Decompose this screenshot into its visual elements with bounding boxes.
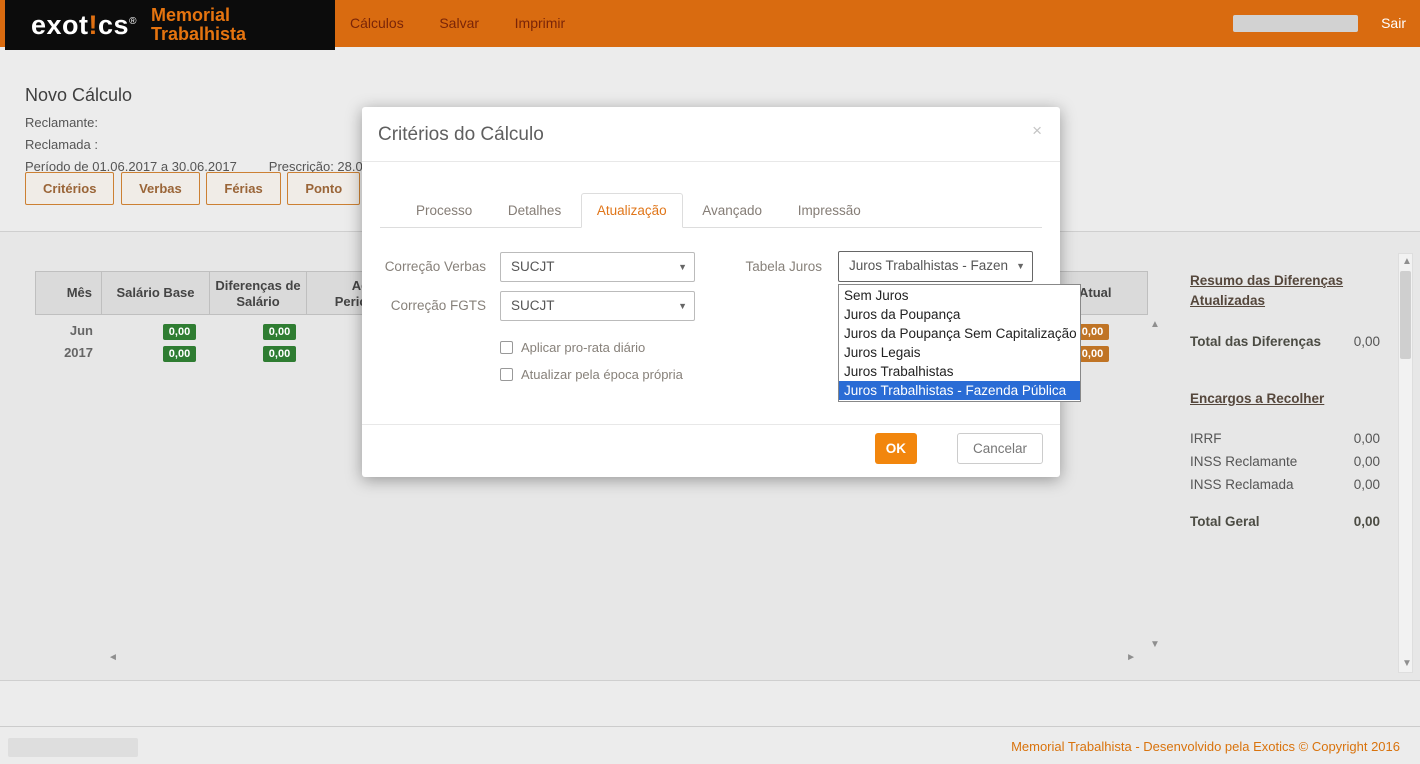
app-logo[interactable]: exot!cs® Memorial Trabalhista [5, 0, 335, 50]
dropdown-option-juros-poupanca[interactable]: Juros da Poupança [839, 305, 1080, 324]
table-vertical-scrollbar[interactable]: ▲ ▼ [1148, 319, 1161, 651]
reclamante-line: Reclamante: [25, 115, 98, 130]
cell-salario-base-1: 0,00 [163, 324, 196, 340]
row-month: Jun [69, 323, 93, 338]
page-scroll-down-icon[interactable]: ▼ [1402, 658, 1412, 670]
pro-rata-checkbox-row: Aplicar pro-rata diário [500, 340, 645, 355]
nav-calculos[interactable]: Cálculos [350, 0, 404, 47]
nav-salvar[interactable]: Salvar [439, 0, 479, 47]
footer-chip [8, 738, 138, 757]
tab-ferias[interactable]: Férias [206, 172, 281, 205]
summary-sidebar: Resumo das Diferenças Atualizadas Total … [1190, 271, 1380, 529]
scroll-down-icon[interactable]: ▼ [1150, 639, 1160, 651]
scroll-up-icon[interactable]: ▲ [1150, 319, 1160, 331]
ok-button[interactable]: OK [874, 433, 917, 464]
inss-reclamada-value: 0,00 [1353, 476, 1380, 492]
total-geral-row: Total Geral 0,00 [1190, 514, 1380, 529]
correcao-fgts-select[interactable]: SUCJT ▼ [500, 291, 695, 321]
pro-rata-checkbox[interactable] [500, 341, 513, 354]
cell-salario-base-2: 0,00 [163, 346, 196, 362]
logout-link[interactable]: Sair [1381, 0, 1406, 47]
epoca-propria-checkbox[interactable] [500, 368, 513, 381]
epoca-propria-checkbox-row: Atualizar pela época própria [500, 367, 683, 382]
modal-tab-impressao[interactable]: Impressão [782, 193, 877, 228]
dropdown-option-juros-legais[interactable]: Juros Legais [839, 343, 1080, 362]
dropdown-option-sem-juros[interactable]: Sem Juros [839, 286, 1080, 305]
cell-diferencas-1: 0,00 [263, 324, 296, 340]
cell-diferencas-2: 0,00 [263, 346, 296, 362]
correcao-verbas-label: Correção Verbas [384, 259, 486, 274]
encargos-title: Encargos a Recolher [1190, 390, 1325, 406]
nav-imprimir[interactable]: Imprimir [515, 0, 566, 47]
inss-reclamada-label: INSS Reclamada [1190, 476, 1294, 492]
correcao-fgts-label: Correção FGTS [390, 298, 486, 313]
inss-reclamada-row: INSS Reclamada 0,00 [1190, 477, 1380, 492]
dropdown-option-juros-trabalhistas-fazenda[interactable]: Juros Trabalhistas - Fazenda Pública [839, 381, 1080, 400]
col-header-mes: Mês [35, 271, 102, 315]
correcao-verbas-select[interactable]: SUCJT ▼ [500, 252, 695, 282]
modal-title-divider [362, 161, 1060, 162]
search-input[interactable] [1233, 15, 1358, 32]
irrf-label: IRRF [1190, 430, 1222, 446]
modal-tab-detalhes[interactable]: Detalhes [492, 193, 577, 228]
logo-product-name: Memorial Trabalhista [150, 4, 246, 44]
scroll-right-icon[interactable]: ► [1126, 652, 1136, 664]
section-tabs: Critérios Verbas Férias Ponto [25, 172, 363, 205]
registered-mark: ® [129, 15, 137, 27]
top-nav: Cálculos Salvar Imprimir [350, 0, 597, 47]
logo-brand: exot!cs® [31, 9, 137, 40]
inss-reclamante-label: INSS Reclamante [1190, 453, 1298, 469]
modal-tab-atualizacao[interactable]: Atualização [580, 193, 683, 228]
tab-ponto[interactable]: Ponto [287, 172, 361, 205]
pro-rata-label: Aplicar pro-rata diário [521, 340, 646, 355]
page-header: Novo Cálculo Reclamante: Reclamada : Per… [25, 85, 370, 181]
page-vertical-scrollbar[interactable]: ▲ ▼ [1398, 253, 1413, 673]
page-footer: Memorial Trabalhista - Desenvolvido pela… [0, 726, 1420, 764]
close-icon[interactable]: × [1032, 121, 1042, 141]
tabela-juros-label: Tabela Juros [745, 259, 822, 274]
total-diferencas-row: Total das Diferenças 0,00 [1190, 334, 1380, 349]
tab-verbas[interactable]: Verbas [121, 172, 200, 205]
irrf-row: IRRF 0,00 [1190, 431, 1380, 446]
modal-footer-divider [362, 424, 1060, 425]
dropdown-option-juros-poupanca-sem-cap[interactable]: Juros da Poupança Sem Capitalização [839, 324, 1080, 343]
table-horizontal-scrollbar[interactable]: ◄ ► [108, 650, 1148, 664]
col-header-salario-base: Salário Base [101, 271, 210, 315]
total-diferencas-value: 0,00 [1353, 333, 1380, 349]
caret-down-icon: ▼ [678, 262, 687, 272]
total-diferencas-label: Total das Diferenças [1190, 333, 1322, 349]
dropdown-option-juros-trabalhistas[interactable]: Juros Trabalhistas [839, 362, 1080, 381]
modal-tab-processo[interactable]: Processo [400, 193, 488, 228]
tabela-juros-select[interactable]: Juros Trabalhistas - Fazen ▼ [838, 251, 1033, 282]
page-scroll-up-icon[interactable]: ▲ [1402, 256, 1412, 268]
page-title: Novo Cálculo [25, 85, 133, 105]
irrf-value: 0,00 [1353, 430, 1380, 446]
reclamada-line: Reclamada : [25, 137, 98, 152]
caret-down-icon: ▼ [1016, 261, 1025, 271]
col-header-diferencas: Diferenças de Salário [209, 271, 307, 315]
tab-criterios[interactable]: Critérios [25, 172, 115, 205]
scroll-left-icon[interactable]: ◄ [108, 652, 118, 664]
total-geral-label: Total Geral [1190, 513, 1260, 529]
modal-title: Critérios do Cálculo [378, 124, 544, 145]
resumo-title: Resumo das Diferenças Atualizadas [1190, 273, 1344, 309]
modal-tabs: Processo Detalhes Atualização Avançado I… [380, 193, 1042, 228]
row-year: 2017 [64, 345, 93, 360]
page-scrollbar-thumb[interactable] [1400, 271, 1411, 359]
total-geral-value: 0,00 [1353, 513, 1380, 529]
caret-down-icon: ▼ [678, 301, 687, 311]
tabela-juros-dropdown-list: Sem Juros Juros da Poupança Juros da Pou… [838, 284, 1081, 402]
inss-reclamante-row: INSS Reclamante 0,00 [1190, 454, 1380, 469]
modal-tab-avancado[interactable]: Avançado [686, 193, 778, 228]
footer-copyright: Memorial Trabalhista - Desenvolvido pela… [1011, 739, 1400, 754]
epoca-propria-label: Atualizar pela época própria [521, 367, 683, 382]
cancel-button[interactable]: Cancelar [956, 433, 1043, 464]
inss-reclamante-value: 0,00 [1353, 453, 1380, 469]
